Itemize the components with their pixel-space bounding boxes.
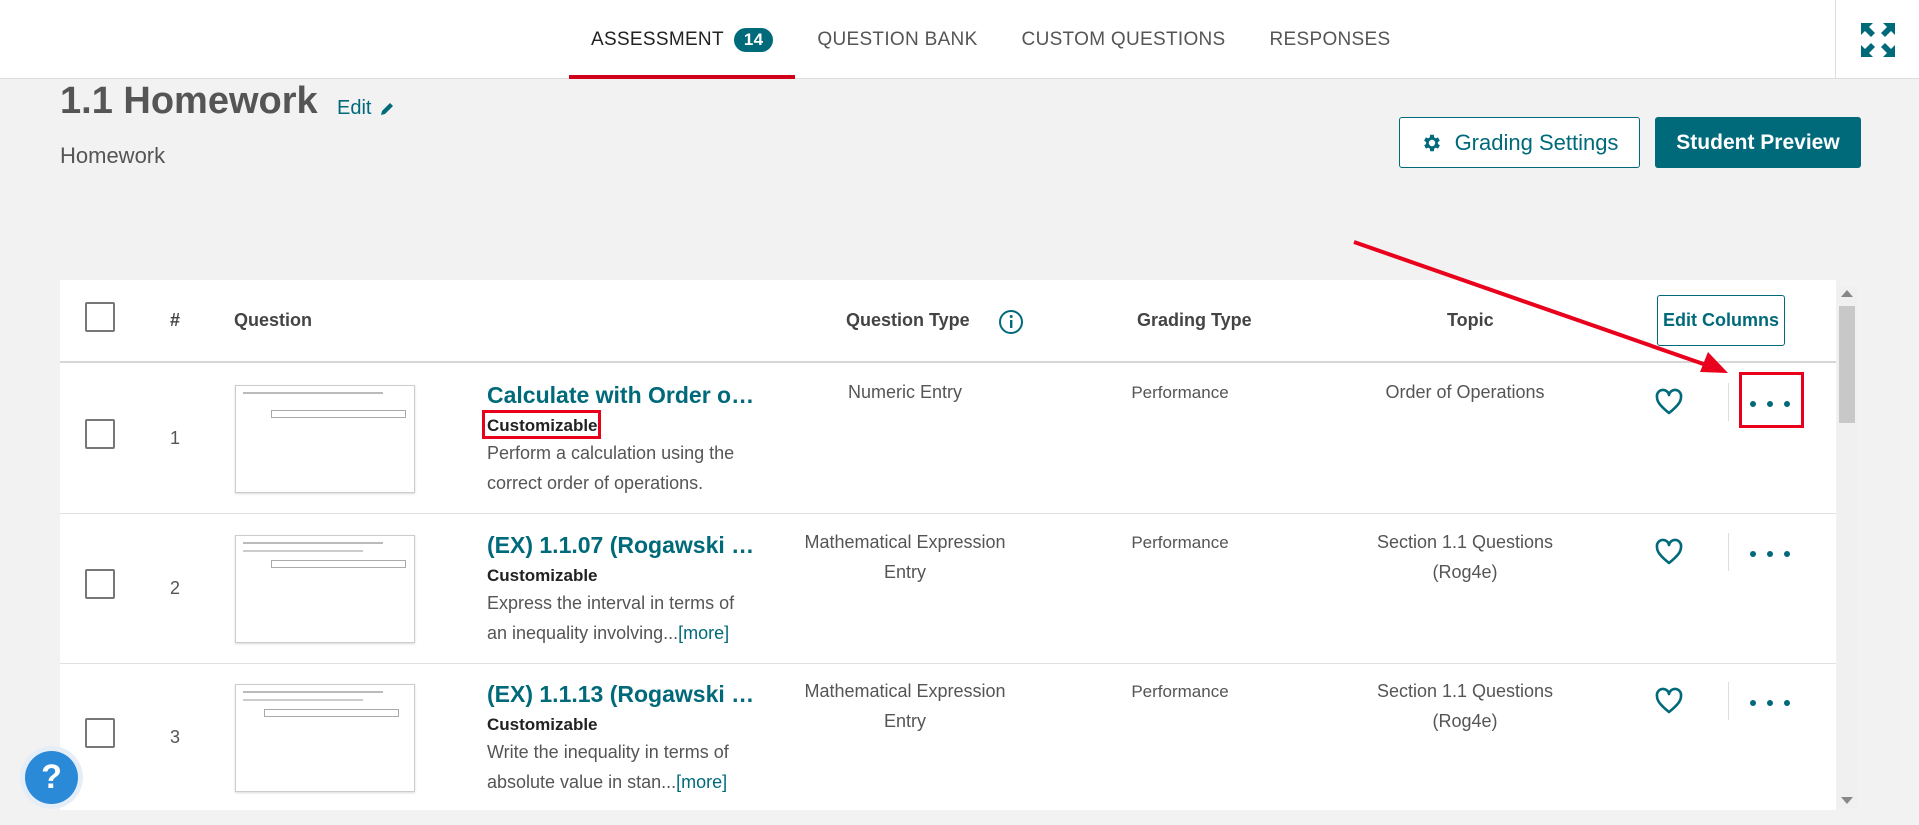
heart-icon[interactable] [1654, 538, 1684, 566]
question-type-line: Entry [883, 711, 926, 731]
description-line: Write the inequality in terms of [487, 742, 729, 762]
row-divider [1728, 682, 1729, 720]
question-type: Mathematical Expression Entry [780, 527, 1030, 587]
column-question-type: Question Type [846, 310, 970, 330]
row-checkbox[interactable] [85, 419, 115, 449]
question-thumbnail[interactable] [235, 684, 415, 792]
table-row: 3 (EX) 1.1.13 (Rogawski 4e) Customizable… [60, 664, 1836, 810]
heart-icon[interactable] [1654, 687, 1684, 715]
help-icon: ? [41, 758, 62, 796]
question-type: Numeric Entry [780, 377, 1030, 407]
tab-custom-questions-label: CUSTOM QUESTIONS [1021, 28, 1226, 50]
description-line: absolute value in stan... [487, 772, 677, 792]
column-grading-type: Grading Type [1137, 310, 1252, 330]
tab-assessment-label: ASSESSMENT [591, 28, 724, 50]
topic-line: (Rog4e) [1432, 711, 1498, 731]
row-divider [1728, 383, 1729, 421]
question-thumbnail[interactable] [235, 535, 415, 643]
student-preview-button[interactable]: Student Preview [1655, 117, 1861, 168]
grading-type: Performance [1131, 682, 1229, 701]
column-topic: Topic [1447, 310, 1494, 330]
more-options-button[interactable] [1750, 542, 1790, 566]
edit-columns-button[interactable]: Edit Columns [1657, 295, 1785, 346]
description-line: an inequality involving... [487, 623, 679, 643]
tab-assessment[interactable]: ASSESSMENT 14 [569, 0, 796, 79]
tab-responses-label: RESPONSES [1269, 28, 1391, 50]
grading-settings-button[interactable]: Grading Settings [1399, 117, 1640, 168]
row-divider [1728, 533, 1729, 571]
row-number: 1 [170, 428, 181, 448]
description-line: Perform a calculation using the [487, 443, 735, 463]
column-question: Question [234, 310, 313, 330]
row-number: 2 [170, 578, 181, 598]
gear-icon [1423, 134, 1440, 151]
topic: Section 1.1 Questions (Rog4e) [1340, 676, 1590, 736]
topic: Order of Operations [1340, 377, 1590, 407]
tab-question-bank-label: QUESTION BANK [817, 28, 978, 50]
question-title-link[interactable]: Calculate with Order of Operations [487, 382, 757, 409]
heart-icon[interactable] [1654, 388, 1684, 416]
edit-columns-label: Edit Columns [1663, 310, 1779, 330]
table-row: 2 (EX) 1.1.07 (Rogawski 4e) Customizable… [60, 515, 1836, 664]
description-line: correct order of operations. [487, 473, 704, 493]
top-tab-bar: ASSESSMENT 14 QUESTION BANK CUSTOM QUEST… [0, 0, 1919, 79]
tab-responses[interactable]: RESPONSES [1248, 0, 1413, 79]
grading-settings-label: Grading Settings [1454, 129, 1619, 155]
question-type-line: Entry [883, 562, 926, 582]
more-link[interactable]: [more] [678, 623, 729, 643]
info-icon[interactable] [998, 309, 1024, 335]
assessment-count-badge: 14 [733, 27, 774, 52]
question-thumbnail[interactable] [235, 385, 415, 493]
customizable-highlight-box [482, 410, 601, 439]
questions-table: # Question Question Type Grading Type To… [60, 280, 1836, 810]
row-checkbox[interactable] [85, 718, 115, 748]
more-options-button[interactable] [1750, 691, 1790, 715]
edit-label: Edit [337, 97, 372, 119]
select-all-checkbox[interactable] [85, 302, 115, 332]
description-line: Express the interval in terms of [487, 593, 735, 613]
row-checkbox[interactable] [85, 569, 115, 599]
question-title-link[interactable]: (EX) 1.1.07 (Rogawski 4e) [487, 532, 757, 559]
tab-question-bank[interactable]: QUESTION BANK [795, 0, 999, 79]
more-link[interactable]: [more] [676, 772, 727, 792]
question-description: Express the interval in terms of an ineq… [487, 588, 762, 648]
customizable-tag: Customizable [487, 715, 598, 734]
scroll-down-arrow[interactable] [1841, 797, 1853, 804]
scroll-thumb[interactable] [1839, 306, 1855, 423]
question-type: Mathematical Expression Entry [780, 676, 1030, 736]
table-row: 1 Calculate with Order of Operations Cus… [60, 365, 1836, 514]
scroll-up-arrow[interactable] [1841, 290, 1853, 297]
topic-line: Section 1.1 Questions [1376, 532, 1554, 552]
more-icon [1750, 700, 1756, 706]
topic-line: Section 1.1 Questions [1376, 681, 1554, 701]
topic-line: Order of Operations [1385, 382, 1545, 402]
page-title: 1.1 Homework [60, 80, 318, 122]
student-preview-label: Student Preview [1676, 130, 1840, 154]
edit-title-link[interactable]: Edit [337, 97, 395, 120]
customizable-tag: Customizable [487, 566, 598, 585]
table-header: # Question Question Type Grading Type To… [60, 280, 1836, 363]
page-subtitle: Homework [60, 143, 166, 168]
question-title-link[interactable]: (EX) 1.1.13 (Rogawski 4e) [487, 681, 757, 708]
question-description: Write the inequality in terms of absolut… [487, 737, 762, 797]
pencil-icon [381, 102, 394, 115]
grading-type: Performance [1131, 383, 1229, 402]
topic-line: (Rog4e) [1432, 562, 1498, 582]
grading-type: Performance [1131, 533, 1229, 552]
tab-list: ASSESSMENT 14 QUESTION BANK CUSTOM QUEST… [569, 0, 1412, 79]
question-type-line: Numeric Entry [847, 382, 963, 402]
more-icon [1750, 551, 1756, 557]
question-type-line: Mathematical Expression [804, 681, 1006, 701]
column-number: # [170, 310, 181, 330]
expand-icon [1860, 22, 1895, 57]
tab-custom-questions[interactable]: CUSTOM QUESTIONS [1000, 0, 1248, 79]
more-options-highlight-box [1739, 372, 1804, 428]
topic: Section 1.1 Questions (Rog4e) [1340, 527, 1590, 587]
table-scrollbar[interactable] [1837, 286, 1857, 808]
question-type-line: Mathematical Expression [804, 532, 1006, 552]
question-description: Perform a calculation using the correct … [487, 438, 762, 498]
expand-button[interactable] [1835, 0, 1919, 79]
help-button[interactable]: ? [25, 751, 78, 804]
row-number: 3 [170, 727, 181, 747]
